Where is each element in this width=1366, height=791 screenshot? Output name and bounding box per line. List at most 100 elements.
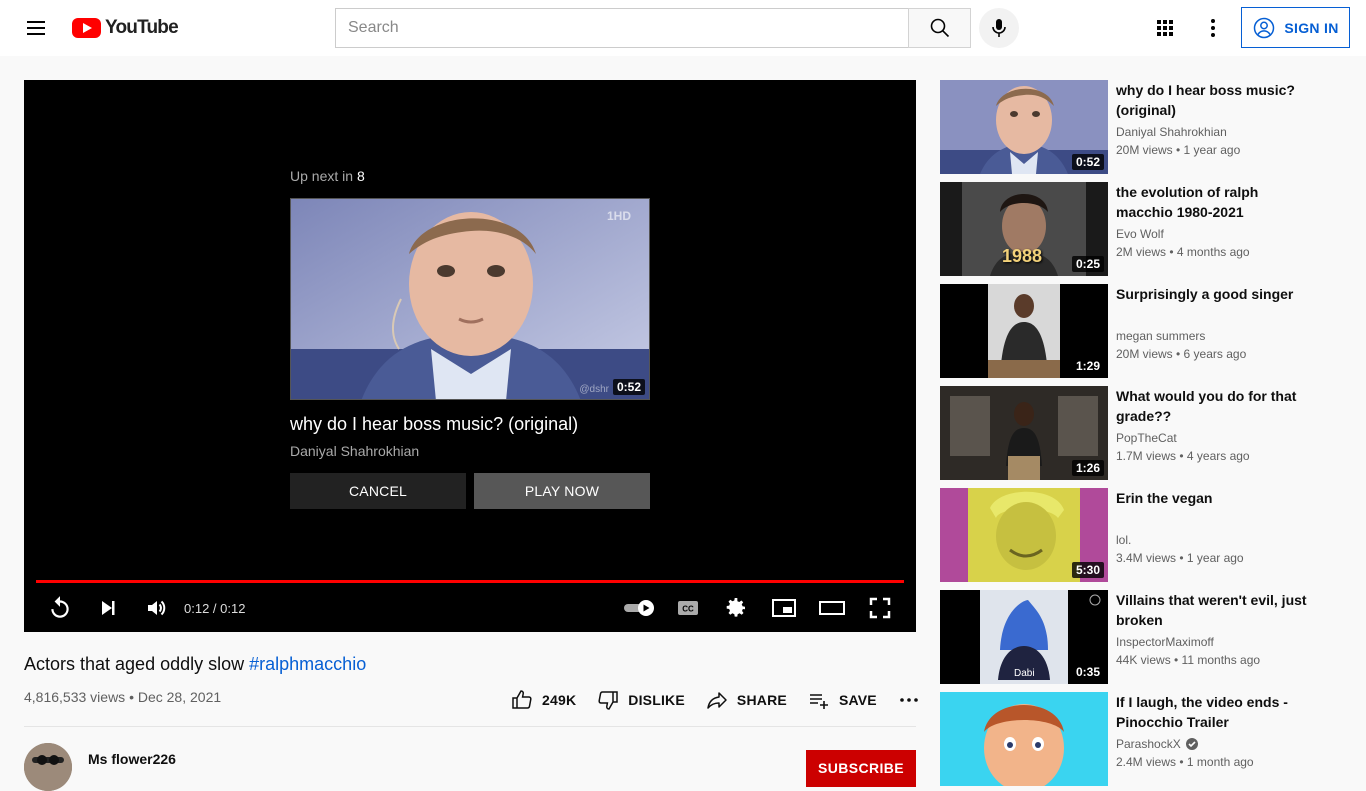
- related-title: Surprisingly a good singer: [1116, 286, 1294, 302]
- related-video-item[interactable]: Dabi 0:35 Villains that weren't evil, ju…: [940, 590, 1342, 684]
- like-button[interactable]: 249K: [500, 682, 586, 718]
- duration-badge: 0:35: [1071, 664, 1104, 680]
- related-channel: Daniyal Shahrokhian: [1116, 125, 1227, 139]
- volume-icon[interactable]: [132, 590, 180, 626]
- next-icon[interactable]: [84, 590, 132, 626]
- related-channel: InspectorMaximoff: [1116, 635, 1214, 649]
- duration-badge: 0:52: [1071, 154, 1104, 170]
- captions-icon[interactable]: CC: [664, 590, 712, 626]
- up-next-duration: 0:52: [612, 379, 645, 395]
- related-thumbnail: 0:52: [940, 80, 1108, 174]
- dislike-button[interactable]: DISLIKE: [586, 682, 695, 718]
- search-bar: [335, 8, 971, 48]
- sign-in-button[interactable]: SIGN IN: [1241, 7, 1350, 48]
- player-controls: 0:12 / 0:12 CC: [36, 590, 904, 626]
- miniplayer-icon[interactable]: [760, 590, 808, 626]
- sign-in-label: SIGN IN: [1284, 19, 1339, 36]
- related-meta: 2M views • 4 months ago: [1116, 245, 1250, 259]
- related-title: Villains that weren't evil, just broken: [1116, 592, 1307, 628]
- related-title: What would you do for that grade??: [1116, 388, 1297, 424]
- fullscreen-icon[interactable]: [856, 590, 904, 626]
- related-video-item[interactable]: 0:52 why do I hear boss music? (original…: [940, 80, 1342, 174]
- verified-badge-icon: [1185, 738, 1198, 750]
- related-title: If I laugh, the video ends - Pinocchio T…: [1116, 694, 1288, 730]
- thumbnail-overlay-text: Dabi: [1014, 668, 1035, 679]
- related-channel: megan summers: [1116, 329, 1206, 343]
- related-channel: PopTheCat: [1116, 431, 1177, 445]
- more-options-icon[interactable]: [1201, 16, 1225, 40]
- related-meta: 2.4M views • 1 month ago: [1116, 755, 1254, 769]
- svg-text:CC: CC: [682, 605, 694, 614]
- related-video-item[interactable]: 1988 0:25 the evolution of ralph macchio…: [940, 182, 1342, 276]
- replay-icon[interactable]: [36, 590, 84, 626]
- countdown: 8: [356, 168, 365, 184]
- settings-gear-icon[interactable]: [712, 590, 760, 626]
- video-title: Actors that aged oddly slow #ralphmacchi…: [24, 654, 367, 674]
- boy-thumbnail-image: [291, 199, 649, 399]
- time-display: 0:12 / 0:12: [184, 600, 246, 616]
- related-meta: 20M views • 6 years ago: [1116, 347, 1247, 361]
- related-meta: 44K views • 11 months ago: [1116, 653, 1261, 667]
- duration-badge: 5:30: [1071, 562, 1104, 578]
- related-title: the evolution of ralph macchio 1980-2021: [1116, 184, 1259, 220]
- account-icon: [1254, 17, 1275, 38]
- related-title: why do I hear boss music? (original): [1116, 82, 1295, 118]
- thumbs-down-icon: [598, 691, 619, 710]
- channel-avatar[interactable]: [24, 743, 72, 791]
- thumbs-up-icon: [512, 690, 532, 709]
- up-next-title[interactable]: why do I hear boss music? (original): [290, 414, 650, 435]
- voice-search-button[interactable]: [979, 8, 1019, 48]
- up-next-overlay: Up next in 8 1HD @dshr 0:52 why do I hea…: [290, 168, 650, 509]
- share-icon: [707, 692, 727, 709]
- related-thumbnail: 1:29: [940, 284, 1108, 378]
- youtube-logo[interactable]: YouTube: [72, 17, 179, 38]
- related-channel: lol.: [1116, 533, 1132, 547]
- up-next-thumbnail[interactable]: 1HD @dshr 0:52: [290, 198, 650, 400]
- logo-text: YouTube: [105, 17, 179, 38]
- duration-badge: 1:26: [1071, 460, 1104, 476]
- related-meta: 3.4M views • 1 year ago: [1116, 551, 1244, 565]
- related-thumbnail: Dabi 0:35: [940, 590, 1108, 684]
- search-button[interactable]: [908, 8, 971, 48]
- related-meta: 20M views • 1 year ago: [1116, 143, 1241, 157]
- youtube-logo-icon: [72, 18, 101, 38]
- hashtag-link[interactable]: #ralphmacchio: [249, 654, 366, 674]
- related-video-item[interactable]: If I laugh, the video ends - Pinocchio T…: [940, 692, 1342, 786]
- duration-badge: 1:29: [1071, 358, 1104, 374]
- video-actions: 249K DISLIKE SHARE SAVE: [500, 682, 931, 718]
- search-input[interactable]: [335, 8, 908, 48]
- related-meta: 1.7M views • 4 years ago: [1116, 449, 1250, 463]
- video-player[interactable]: Up next in 8 1HD @dshr 0:52 why do I hea…: [24, 80, 916, 632]
- search-icon: [930, 18, 949, 38]
- channel-watermark: 1HD: [606, 209, 631, 223]
- apps-icon[interactable]: [1153, 16, 1177, 40]
- thumbnail-overlay-text: 1988: [1002, 246, 1043, 266]
- play-now-button[interactable]: PLAY NOW: [474, 473, 650, 509]
- theater-mode-icon[interactable]: [808, 590, 856, 626]
- cancel-autoplay-button[interactable]: CANCEL: [290, 473, 466, 509]
- autoplay-toggle-icon[interactable]: [616, 590, 664, 626]
- related-channel: ParashockX: [1116, 737, 1199, 751]
- menu-icon[interactable]: [24, 16, 48, 40]
- subscribe-button[interactable]: SUBSCRIBE: [806, 750, 916, 787]
- channel-name[interactable]: Ms flower226: [88, 751, 176, 767]
- related-thumbnail: 1988 0:25: [940, 182, 1108, 276]
- up-next-label: Up next in 8: [290, 168, 365, 184]
- divider: [24, 726, 916, 727]
- duration-badge: 0:25: [1071, 256, 1104, 272]
- related-channel: Evo Wolf: [1116, 227, 1164, 241]
- more-actions-icon[interactable]: [887, 682, 931, 718]
- related-thumbnail: 5:30: [940, 488, 1108, 582]
- masthead: YouTube SIGN IN: [0, 0, 1366, 56]
- related-title: Erin the vegan: [1116, 490, 1213, 506]
- up-next-channel: Daniyal Shahrokhian: [290, 443, 420, 459]
- related-video-item[interactable]: 1:29 Surprisingly a good singer megan su…: [940, 284, 1342, 378]
- share-button[interactable]: SHARE: [695, 682, 797, 718]
- video-meta: 4,816,533 views • Dec 28, 2021: [24, 689, 222, 705]
- microphone-icon: [992, 19, 1006, 37]
- thumbnail-credit: @dshr: [579, 384, 609, 395]
- related-video-item[interactable]: 1:26 What would you do for that grade?? …: [940, 386, 1342, 480]
- related-video-item[interactable]: 5:30 Erin the vegan lol. 3.4M views • 1 …: [940, 488, 1342, 582]
- save-button[interactable]: SAVE: [797, 682, 887, 718]
- progress-bar[interactable]: [36, 580, 904, 583]
